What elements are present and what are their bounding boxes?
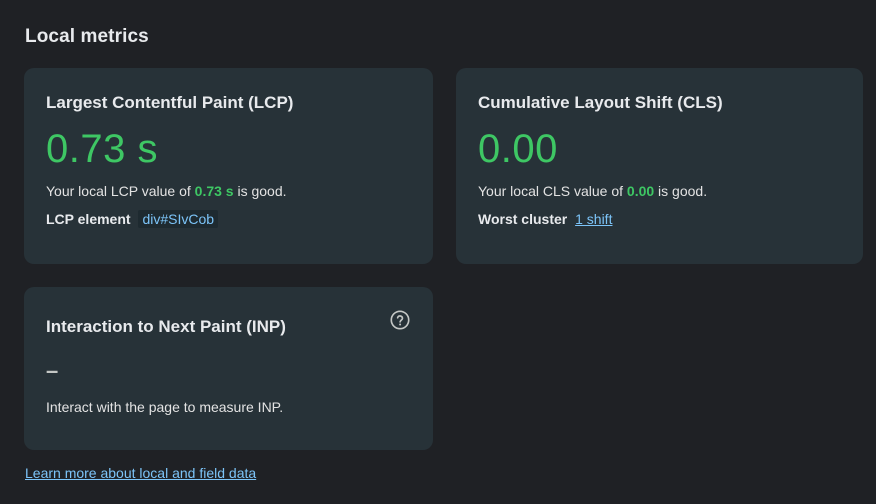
lcp-desc-value: 0.73 s bbox=[194, 183, 234, 199]
lcp-title: Largest Contentful Paint (LCP) bbox=[46, 93, 294, 112]
cls-desc-suffix: is good. bbox=[654, 183, 708, 199]
inp-description: Interact with the page to measure INP. bbox=[46, 399, 284, 415]
lcp-desc-prefix: Your local LCP value of bbox=[46, 183, 195, 199]
cls-cluster-label: Worst cluster bbox=[478, 211, 568, 227]
lcp-element-link[interactable]: div#SIvCob bbox=[138, 210, 219, 228]
cls-card: Cumulative Layout Shift (CLS) 0.00 Your … bbox=[456, 68, 863, 264]
cls-value: 0.00 bbox=[478, 127, 558, 171]
inp-header: Interaction to Next Paint (INP) bbox=[46, 310, 411, 338]
inp-title: Interaction to Next Paint (INP) bbox=[46, 317, 286, 336]
inp-value: – bbox=[46, 358, 59, 383]
cls-description: Your local CLS value of 0.00 is good. bbox=[478, 182, 841, 200]
section-title: Local metrics bbox=[25, 26, 149, 47]
inp-card: Interaction to Next Paint (INP) – Intera… bbox=[24, 287, 433, 450]
cls-cluster-row: Worst cluster 1 shift bbox=[478, 210, 841, 228]
cls-title: Cumulative Layout Shift (CLS) bbox=[478, 93, 723, 112]
help-circle-icon[interactable] bbox=[389, 309, 411, 331]
lcp-element-row: LCP element div#SIvCob bbox=[46, 210, 411, 228]
lcp-element-label: LCP element bbox=[46, 211, 131, 227]
local-metrics-panel: Local metrics Largest Contentful Paint (… bbox=[0, 0, 876, 504]
learn-more-link[interactable]: Learn more about local and field data bbox=[25, 465, 256, 481]
lcp-description: Your local LCP value of 0.73 s is good. bbox=[46, 182, 411, 200]
lcp-desc-suffix: is good. bbox=[233, 183, 287, 199]
lcp-value: 0.73 s bbox=[46, 127, 158, 171]
cls-desc-value: 0.00 bbox=[626, 183, 655, 199]
cls-cluster-link[interactable]: 1 shift bbox=[575, 211, 612, 227]
lcp-card: Largest Contentful Paint (LCP) 0.73 s Yo… bbox=[24, 68, 433, 264]
cls-desc-prefix: Your local CLS value of bbox=[478, 183, 627, 199]
